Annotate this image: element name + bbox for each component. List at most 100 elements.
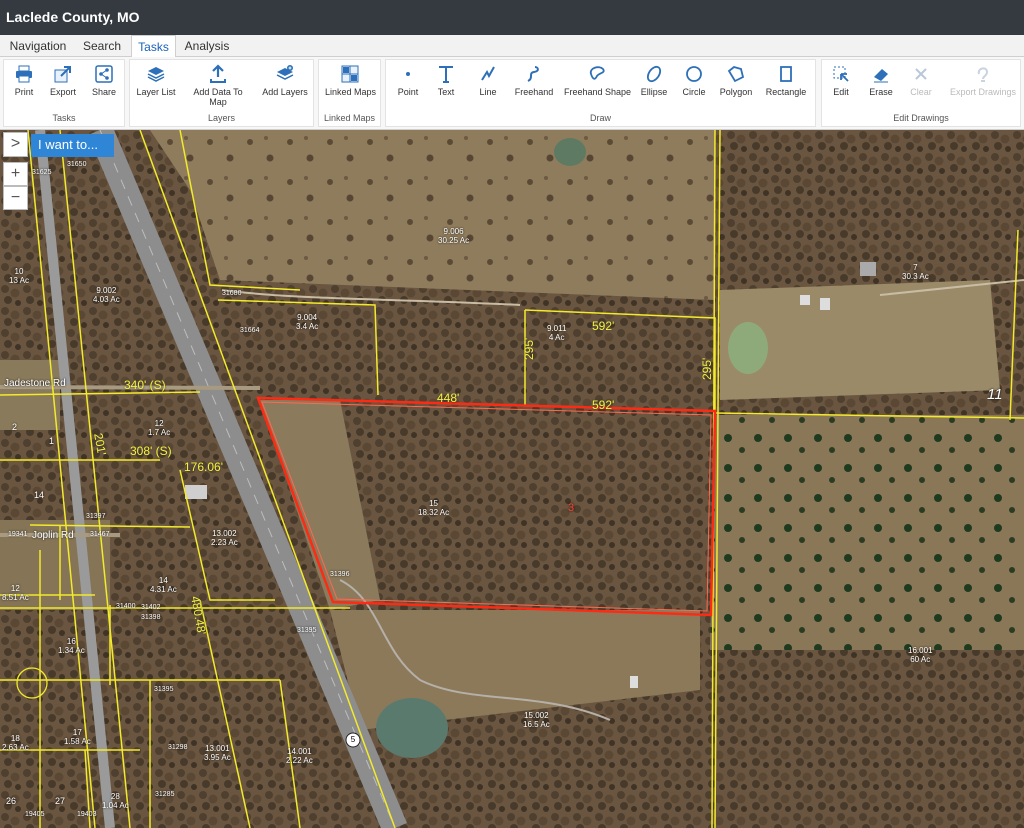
ribbon-toolbar: Print Export Share Tasks Layer List Add … xyxy=(0,57,1024,130)
erase-button[interactable]: Erase xyxy=(868,64,894,97)
parcel-label[interactable]: 7 30.3 Ac xyxy=(902,263,929,281)
dimension-label: 592' xyxy=(592,398,615,412)
parcel-label[interactable]: 9.004 3.4 Ac xyxy=(296,313,318,331)
line-icon xyxy=(481,66,495,81)
tab-tasks[interactable]: Tasks xyxy=(131,35,176,58)
parcel-number[interactable]: 14 xyxy=(34,491,44,500)
parcel-label[interactable]: 15.002 16.5 Ac xyxy=(523,711,550,729)
parcel-number[interactable]: 27 xyxy=(55,797,65,806)
parcel-label[interactable]: 16 1.34 Ac xyxy=(58,637,85,655)
parcel-label[interactable]: 17 1.58 Ac xyxy=(64,728,91,746)
tab-search[interactable]: Search xyxy=(78,35,126,57)
dimension-label: 295' xyxy=(522,337,536,360)
address-label: 31395 xyxy=(297,627,317,634)
draw-ellipse-button[interactable]: Ellipse xyxy=(639,64,669,97)
print-button[interactable]: Print xyxy=(10,64,38,97)
edit-drawings-group-label: Edit Drawings xyxy=(893,113,949,123)
map-view[interactable] xyxy=(0,130,1024,828)
add-data-to-map-button[interactable]: Add Data To Map xyxy=(192,64,244,107)
subject-parcel-number[interactable]: 3 xyxy=(568,503,574,514)
expand-panel-button[interactable]: > xyxy=(3,132,28,157)
address-label: 31397 xyxy=(86,513,106,520)
dimension-label: 592' xyxy=(592,319,615,333)
parcel-label[interactable]: 10 13 Ac xyxy=(9,267,29,285)
freehand-icon xyxy=(527,66,539,82)
draw-polygon-button[interactable]: Polygon xyxy=(718,64,754,97)
linked-maps-group: Linked Maps Linked Maps xyxy=(318,59,381,127)
text-icon xyxy=(439,66,453,83)
address-label: 19403 xyxy=(77,811,97,818)
freehand-shape-icon xyxy=(589,66,605,80)
road-label-joplin: Joplin Rd xyxy=(32,530,74,541)
draw-group-label: Draw xyxy=(589,113,611,123)
tab-analysis[interactable]: Analysis xyxy=(182,35,232,57)
edit-select-icon xyxy=(833,66,849,82)
parcel-label[interactable]: 14 4.31 Ac xyxy=(150,576,177,594)
parcel-number[interactable]: 26 xyxy=(6,797,16,806)
draw-line-button[interactable]: Line xyxy=(474,64,502,97)
layer-list-button[interactable]: Layer List xyxy=(135,64,177,97)
edit-drawings-group: Edit Erase Clear Export Drawings Edit Dr… xyxy=(821,59,1021,127)
clear-button[interactable]: Clear xyxy=(908,64,934,97)
address-label: 31398 xyxy=(141,614,161,621)
export-drawings-button[interactable]: Export Drawings xyxy=(948,64,1018,97)
draw-circle-button[interactable]: Circle xyxy=(679,64,709,97)
draw-text-button[interactable]: Text xyxy=(432,64,460,97)
address-label: 31285 xyxy=(155,791,175,798)
parcel-label[interactable]: 9.002 4.03 Ac xyxy=(93,286,120,304)
draw-freehand-shape-button[interactable]: Freehand Shape xyxy=(564,64,631,97)
parcel-label[interactable]: 15 18.32 Ac xyxy=(418,499,449,517)
app-header: Laclede County, MO xyxy=(0,0,1024,35)
parcel-label[interactable]: 14.001 2.22 Ac xyxy=(286,747,313,765)
parcel-label[interactable]: 13.001 3.95 Ac xyxy=(204,744,231,762)
edit-drawing-button[interactable]: Edit xyxy=(828,64,854,97)
tab-bar: Navigation Search Tasks Analysis xyxy=(0,35,1024,58)
i-want-to-menu[interactable]: I want to... xyxy=(31,134,114,157)
draw-rectangle-button[interactable]: Rectangle xyxy=(764,64,808,97)
draw-freehand-button[interactable]: Freehand xyxy=(513,64,555,97)
parcel-label[interactable]: 16.001 60 Ac xyxy=(908,646,932,664)
ellipse-icon xyxy=(646,65,662,83)
zoom-in-button[interactable]: + xyxy=(3,162,28,186)
share-button[interactable]: Share xyxy=(90,64,118,97)
zoom-out-button[interactable]: − xyxy=(3,186,28,210)
eraser-icon xyxy=(874,69,888,83)
parcel-number[interactable]: 2 xyxy=(12,423,17,432)
parcel-number[interactable]: 1 xyxy=(49,437,54,446)
parcel-label[interactable]: 9.006 30.25 Ac xyxy=(438,227,469,245)
add-layers-button[interactable]: Add Layers xyxy=(262,64,308,97)
address-label: 31395 xyxy=(154,686,174,693)
tasks-group: Print Export Share Tasks xyxy=(3,59,125,127)
road-label-jadestone: Jadestone Rd xyxy=(4,378,66,389)
draw-point-button[interactable]: Point xyxy=(392,64,424,97)
tab-navigation[interactable]: Navigation xyxy=(4,35,72,57)
parcel-label[interactable]: 18 2.63 Ac xyxy=(2,734,29,752)
parcel-number[interactable]: 11 xyxy=(987,387,1003,402)
address-label: 31400 xyxy=(116,603,136,610)
layers-icon xyxy=(147,67,165,82)
parcel-label[interactable]: 12 1.7 Ac xyxy=(148,419,170,437)
address-label: 31298 xyxy=(168,744,188,751)
upload-icon xyxy=(210,64,226,83)
export-button[interactable]: Export xyxy=(48,64,78,97)
draw-group: Point Text Line Freehand Freehand Shape … xyxy=(385,59,816,127)
export-drawings-icon xyxy=(977,67,989,82)
parcel-label[interactable]: 28 1.04 Ac xyxy=(102,792,129,810)
address-label: 31664 xyxy=(240,327,260,334)
route-5-shield: 5 xyxy=(350,735,356,744)
linked-maps-button[interactable]: Linked Maps xyxy=(325,64,376,97)
parcel-label[interactable]: 13.002 2.23 Ac xyxy=(211,529,238,547)
share-icon xyxy=(95,65,113,83)
parcel-label[interactable]: 9.011 4 Ac xyxy=(547,324,566,342)
dimension-label: 448' xyxy=(437,391,460,405)
linked-maps-group-label: Linked Maps xyxy=(323,113,376,123)
parcel-label[interactable]: 12 8.51 Ac xyxy=(2,584,29,602)
dimension-label: 295' xyxy=(700,357,714,380)
dimension-label: 176.06' xyxy=(184,460,223,474)
address-label: 31650 xyxy=(67,161,87,168)
linked-maps-icon xyxy=(341,65,359,83)
layers-group: Layer List Add Data To Map Add Layers Lay… xyxy=(129,59,314,127)
polygon-icon xyxy=(727,66,745,83)
close-icon xyxy=(915,68,927,80)
address-label: 19341 xyxy=(8,531,28,538)
